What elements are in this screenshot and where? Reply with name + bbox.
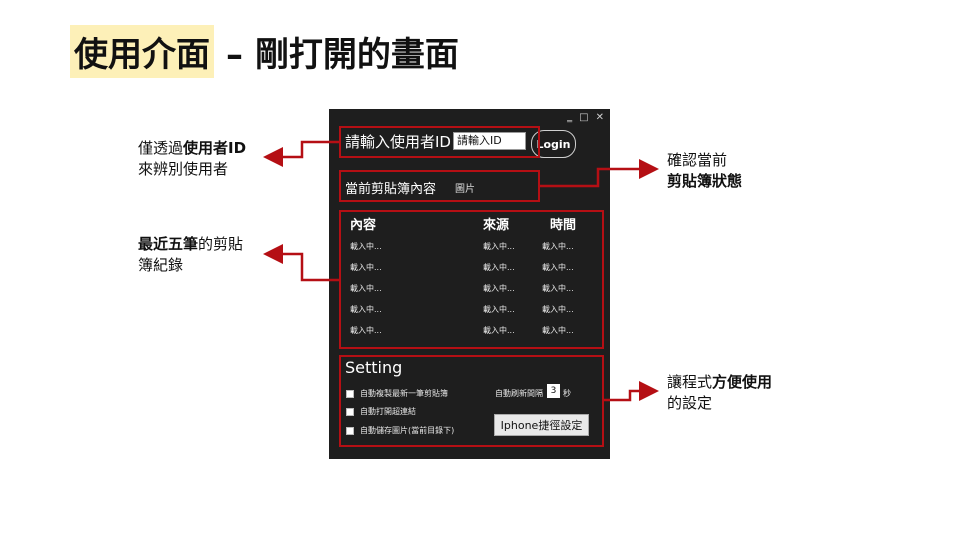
connector-arrows [263, 140, 659, 402]
arrow-clipboard [540, 159, 659, 188]
arrow-recent-history [263, 244, 339, 282]
arrow-user-id [263, 140, 339, 167]
arrow-settings [604, 381, 659, 402]
